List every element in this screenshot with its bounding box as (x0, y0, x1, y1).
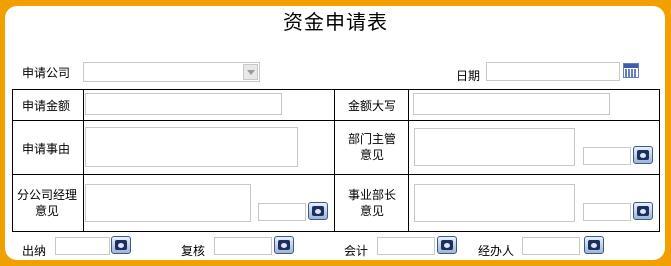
form-title: 资金申请表 (283, 10, 388, 34)
biz-head-label-line1: 事业部长 (347, 188, 396, 202)
accounting-field[interactable] (377, 237, 435, 255)
handler-field[interactable] (522, 237, 580, 255)
amount-upper-label: 金额大写 (348, 99, 397, 113)
amount-field[interactable] (85, 93, 282, 115)
user-picker-icon[interactable] (437, 236, 457, 254)
date-label: 日期 (456, 69, 481, 83)
biz-head-signer-field[interactable] (583, 203, 631, 221)
cashier-label: 出纳 (22, 244, 47, 258)
dept-head-label-line1: 部门主管 (347, 132, 396, 146)
user-picker-icon[interactable] (274, 236, 294, 254)
review-label: 复核 (181, 244, 206, 258)
branch-mgr-comment[interactable] (85, 184, 251, 222)
user-picker-icon[interactable] (584, 236, 604, 254)
biz-head-label: 事业部长 意见 (335, 187, 409, 219)
cashier-field[interactable] (55, 237, 110, 255)
user-picker-icon[interactable] (633, 202, 653, 220)
reason-label: 申请事由 (22, 142, 71, 156)
user-picker-icon[interactable] (633, 146, 653, 164)
dept-head-label: 部门主管 意见 (335, 131, 409, 163)
branch-mgr-signer-field[interactable] (258, 203, 306, 221)
dept-head-signer-field[interactable] (583, 147, 631, 165)
user-picker-icon[interactable] (308, 202, 328, 220)
company-select[interactable] (83, 62, 260, 82)
reason-field[interactable] (85, 127, 298, 167)
amount-label: 申请金额 (22, 99, 71, 113)
user-picker-icon[interactable] (111, 236, 131, 254)
dept-head-label-line2: 意见 (359, 148, 384, 162)
accounting-label: 会计 (344, 244, 369, 258)
biz-head-label-line2: 意见 (359, 204, 384, 218)
company-label: 申请公司 (22, 66, 71, 80)
chevron-down-icon[interactable] (243, 64, 258, 80)
branch-mgr-label: 分公司经理 意见 (12, 187, 82, 219)
handler-label: 经办人 (478, 244, 515, 258)
amount-upper-field[interactable] (413, 93, 610, 115)
biz-head-comment[interactable] (414, 184, 575, 222)
date-field[interactable] (486, 62, 620, 81)
review-field[interactable] (214, 237, 272, 255)
dept-head-comment[interactable] (414, 128, 575, 166)
branch-mgr-label-line1: 分公司经理 (16, 188, 77, 202)
branch-mgr-label-line2: 意见 (34, 204, 59, 218)
calendar-icon[interactable] (623, 63, 639, 78)
